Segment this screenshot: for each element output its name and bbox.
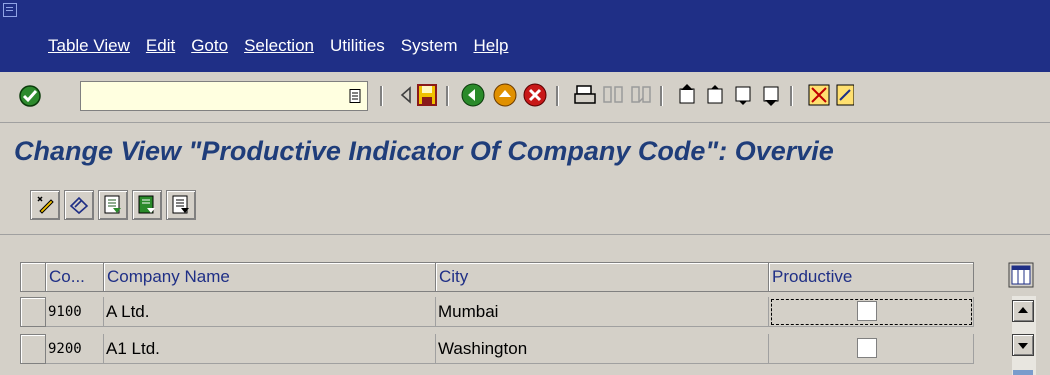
menu-system[interactable]: System xyxy=(401,36,458,56)
display-change-icon xyxy=(37,196,54,214)
command-input[interactable] xyxy=(81,82,367,110)
menu-utilities[interactable]: Utilities xyxy=(330,36,385,56)
select-block-button[interactable] xyxy=(132,190,162,220)
scroll-down-button[interactable] xyxy=(1012,334,1034,356)
separator xyxy=(790,86,793,106)
find-icon xyxy=(603,86,623,103)
create-session-icon[interactable] xyxy=(806,82,832,108)
menu-edit[interactable]: Edit xyxy=(146,36,175,56)
cell-company-name: A1 Ltd. xyxy=(104,334,436,364)
menu: Table View Edit Goto Selection Utilities… xyxy=(48,36,524,56)
menu-table-view[interactable]: Table View xyxy=(48,36,130,56)
table-row: 9100 A Ltd. Mumbai xyxy=(20,297,974,327)
cell-productive xyxy=(769,297,974,327)
application-toolbar xyxy=(0,176,1050,235)
first-page-icon[interactable] xyxy=(674,82,700,108)
command-field[interactable] xyxy=(80,81,368,111)
select-all-icon xyxy=(104,195,121,214)
select-all-rows[interactable] xyxy=(20,262,46,292)
deselect-all-button[interactable] xyxy=(166,190,196,220)
cell-company-code: 9200 xyxy=(46,334,104,364)
command-history-icon[interactable] xyxy=(349,89,361,103)
table-control: Co... Company Name City Productive 9100 … xyxy=(20,262,976,375)
menu-help[interactable]: Help xyxy=(473,36,508,56)
display-change-button[interactable] xyxy=(30,190,60,220)
enter-icon[interactable] xyxy=(18,84,42,108)
cell-productive xyxy=(769,334,974,364)
save-icon[interactable] xyxy=(414,82,440,108)
separator xyxy=(380,86,383,106)
table-settings-icon[interactable] xyxy=(1008,262,1034,288)
column-header-company-code[interactable]: Co... xyxy=(46,262,104,292)
productive-checkbox[interactable] xyxy=(857,301,877,321)
menu-goto[interactable]: Goto xyxy=(191,36,228,56)
select-block-icon xyxy=(138,195,155,214)
screen-title: Change View "Productive Indicator Of Com… xyxy=(14,136,834,166)
select-all-button[interactable] xyxy=(98,190,128,220)
table-header: Co... Company Name City Productive xyxy=(20,262,974,292)
column-header-city[interactable]: City xyxy=(436,262,769,292)
scroll-up-button[interactable] xyxy=(1012,300,1034,322)
row-selector[interactable] xyxy=(20,297,46,327)
separator xyxy=(446,86,449,106)
shortcut-icon[interactable] xyxy=(834,82,854,108)
cancel-icon[interactable] xyxy=(522,82,548,108)
previous-page-icon[interactable] xyxy=(702,82,728,108)
table-row: 9200 A1 Ltd. Washington xyxy=(20,334,974,364)
print-icon[interactable] xyxy=(572,82,598,108)
find-next-icon xyxy=(631,86,651,103)
productive-checkbox[interactable] xyxy=(857,338,877,358)
system-menu-icon[interactable] xyxy=(3,3,17,17)
vertical-scrollbar[interactable] xyxy=(1012,296,1036,375)
column-header-productive[interactable]: Productive xyxy=(769,262,974,292)
row-selector[interactable] xyxy=(20,334,46,364)
separator xyxy=(660,86,663,106)
undo-icon xyxy=(69,196,89,215)
scroll-thumb[interactable] xyxy=(1013,370,1033,375)
separator xyxy=(556,86,559,106)
menu-bar: Table View Edit Goto Selection Utilities… xyxy=(0,0,1050,72)
last-page-icon[interactable] xyxy=(758,82,784,108)
column-header-company-name[interactable]: Company Name xyxy=(104,262,436,292)
undo-button[interactable] xyxy=(64,190,94,220)
cell-city: Mumbai xyxy=(436,297,769,327)
arrow-up-icon xyxy=(1018,307,1028,313)
cell-company-code: 9100 xyxy=(46,297,104,327)
back-icon[interactable] xyxy=(460,82,486,108)
standard-toolbar xyxy=(0,72,1050,123)
deselect-all-icon xyxy=(172,195,189,214)
arrow-down-icon xyxy=(1018,343,1028,349)
menu-selection[interactable]: Selection xyxy=(244,36,314,56)
exit-icon[interactable] xyxy=(492,82,518,108)
cell-city: Washington xyxy=(436,334,769,364)
next-page-icon[interactable] xyxy=(730,82,756,108)
cell-company-name: A Ltd. xyxy=(104,297,436,327)
